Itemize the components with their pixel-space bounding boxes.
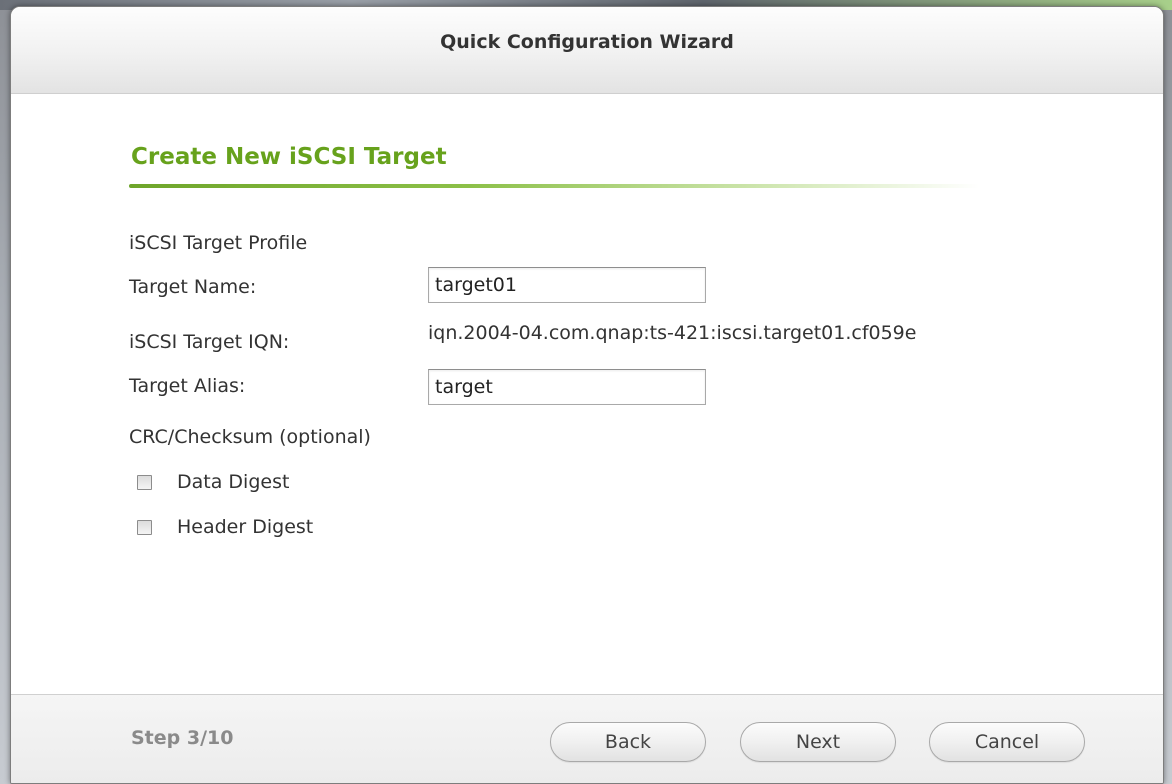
dialog-titlebar[interactable]: Quick Configuration Wizard [11, 7, 1163, 94]
back-button[interactable]: Back [550, 722, 706, 762]
data-digest-label[interactable]: Data Digest [177, 471, 289, 493]
dialog-content: Create New iSCSI Target iSCSI Target Pro… [11, 94, 1163, 694]
profile-heading: iSCSI Target Profile [129, 232, 308, 254]
header-digest-label[interactable]: Header Digest [177, 516, 313, 538]
section-title-underline [129, 184, 979, 188]
target-alias-label: Target Alias: [129, 375, 246, 397]
target-alias-input[interactable] [428, 369, 706, 405]
target-name-label: Target Name: [129, 276, 257, 298]
iqn-label: iSCSI Target IQN: [129, 331, 290, 353]
iqn-value: iqn.2004-04.com.qnap:ts-421:iscsi.target… [428, 322, 917, 344]
dialog-footer: Step 3/10 Back Next Cancel [11, 694, 1163, 783]
next-button[interactable]: Next [740, 722, 896, 762]
quick-configuration-wizard-dialog: Quick Configuration Wizard Create New iS… [10, 6, 1164, 784]
checksum-heading: CRC/Checksum (optional) [129, 426, 371, 448]
section-title: Create New iSCSI Target [131, 144, 447, 170]
header-digest-checkbox[interactable] [137, 520, 152, 535]
dialog-title: Quick Configuration Wizard [440, 31, 734, 53]
cancel-button[interactable]: Cancel [929, 722, 1085, 762]
step-indicator: Step 3/10 [131, 727, 234, 749]
data-digest-checkbox[interactable] [137, 475, 152, 490]
target-name-input[interactable] [428, 267, 706, 303]
